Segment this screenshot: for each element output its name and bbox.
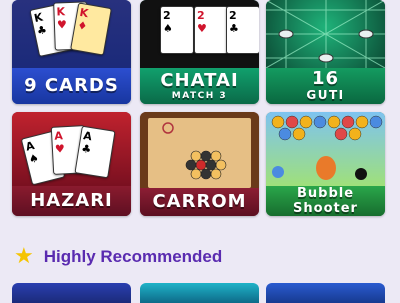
bubbles bbox=[271, 115, 383, 180]
playing-card-2-spades: 2 ♠ bbox=[160, 6, 194, 54]
game-subtitle: GUTI bbox=[306, 88, 345, 102]
playing-card-2-clubs: 2 ♣ bbox=[226, 6, 259, 54]
game-label: CHATAI MATCH 3 bbox=[140, 68, 259, 104]
game-title: 9 CARDS bbox=[24, 75, 119, 96]
recommended-tile-1[interactable] bbox=[12, 283, 131, 303]
game-title: HAZARI bbox=[30, 190, 113, 211]
recommended-tile-3[interactable] bbox=[266, 283, 385, 303]
fox-character bbox=[316, 156, 336, 180]
cards-artwork: K ♣ K ♥ K ♦ bbox=[12, 0, 131, 68]
carrom-pieces bbox=[162, 122, 227, 180]
highly-recommended-header: ★ Highly Recommended bbox=[14, 246, 222, 268]
game-title: 16 bbox=[311, 68, 340, 89]
hazari-artwork: A ♠ A ♥ A ♣ bbox=[12, 112, 131, 186]
game-subtitle: MATCH 3 bbox=[171, 90, 228, 101]
star-icon: ★ bbox=[14, 244, 34, 269]
game-label: Bubble Shooter bbox=[266, 186, 385, 216]
game-tile-hazari[interactable]: A ♠ A ♥ A ♣ HAZARI bbox=[12, 112, 131, 216]
game-label: HAZARI bbox=[12, 186, 131, 216]
game-title: CHATAI bbox=[160, 69, 239, 91]
recommended-tile-2[interactable] bbox=[140, 283, 259, 303]
carrom-board-artwork bbox=[140, 112, 259, 188]
guti-board-artwork bbox=[266, 0, 385, 69]
section-title: Highly Recommended bbox=[43, 247, 223, 266]
game-tile-16-guti[interactable]: 16 GUTI bbox=[266, 0, 385, 104]
game-subtitle: Shooter bbox=[293, 201, 358, 216]
playing-card-2-hearts: 2 ♥ bbox=[194, 6, 228, 54]
game-tile-carrom[interactable]: CARROM bbox=[140, 112, 259, 216]
chatai-artwork: 2 ♠ 2 ♥ 2 ♣ bbox=[140, 0, 259, 68]
board-lines bbox=[266, 0, 385, 69]
game-tile-chatai[interactable]: 2 ♠ 2 ♥ 2 ♣ CHATAI MATCH 3 bbox=[140, 0, 259, 104]
game-tile-9-cards[interactable]: K ♣ K ♥ K ♦ 9 CARDS bbox=[12, 0, 131, 104]
game-tile-bubble-shooter[interactable]: Bubble Shooter bbox=[266, 112, 385, 216]
game-label: CARROM bbox=[140, 188, 259, 216]
playing-card-a-clubs: A ♣ bbox=[74, 125, 116, 179]
game-title: Bubble bbox=[296, 186, 355, 201]
game-label: 16 GUTI bbox=[266, 68, 385, 104]
bubble-artwork bbox=[266, 112, 385, 186]
game-label: 9 CARDS bbox=[12, 68, 131, 104]
game-title: CARROM bbox=[152, 191, 247, 212]
playing-card-k-diamonds: K ♦ bbox=[70, 2, 112, 56]
